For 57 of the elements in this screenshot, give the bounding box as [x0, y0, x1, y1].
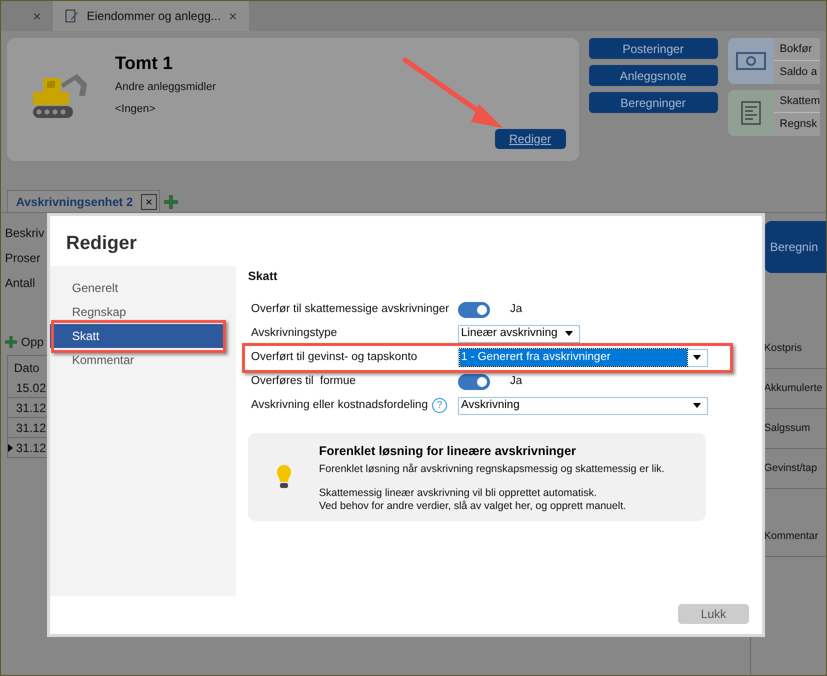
dialog-title: Rediger	[66, 232, 138, 256]
info-title: Forenklet løsning for lineære avskrivninger	[319, 442, 578, 460]
action-button[interactable]: Beregninger	[588, 92, 718, 113]
field-label: Avskrivning eller kostnadsfordeling	[251, 398, 428, 413]
toggle-switch[interactable]	[458, 302, 490, 318]
section-heading: Skatt	[248, 268, 278, 284]
asset-group: <Ingen>	[115, 100, 216, 117]
table-cell-text: 31.12	[15, 440, 46, 456]
calculate-button[interactable]: Beregnin	[764, 221, 826, 273]
table-cell-text: 31.12	[15, 420, 46, 436]
nav-item[interactable]: Generelt	[50, 280, 226, 294]
column-header: Dato	[13, 360, 40, 377]
unit-tab[interactable]: Avskrivningsenhet 2 ×	[7, 190, 160, 212]
summary-label: Skattem	[774, 90, 820, 113]
table-cell-text: 31.12	[15, 400, 46, 416]
table-cell-text: 15.02	[15, 380, 46, 396]
toggle-value: Ja	[510, 302, 522, 317]
field-label: Avskrivningstype	[251, 326, 338, 341]
caret-icon	[693, 403, 701, 408]
summary-label: Bokfør	[774, 38, 820, 61]
lightbulb-icon	[276, 464, 292, 490]
dropdown[interactable]: Avskrivning	[458, 396, 708, 414]
document-lines-icon	[740, 101, 761, 125]
help-icon[interactable]: ?	[432, 398, 447, 413]
field-label: Proser	[5, 250, 42, 267]
close-button[interactable]: Lukk	[678, 604, 749, 624]
field-label: Overfør til skattemessige avskrivninger	[251, 302, 450, 317]
summary-label: Saldo a	[778, 65, 818, 80]
caret-icon	[564, 331, 573, 336]
asset-category: Andre anleggsmidler	[115, 80, 216, 95]
dropdown[interactable]: Lineær avskrivning	[458, 324, 580, 342]
tab-label: Eiendommer og anlegg...	[86, 8, 221, 25]
info-text: Skattemessig lineær avskrivning vil bli opprettet automatisk. Ved behov for andre verdier, slå av valget her, og opprett manuelt.	[319, 487, 628, 514]
close-icon[interactable]: ×	[32, 6, 41, 26]
document-tab[interactable]: Eiendommer og anlegg... ×	[53, 1, 249, 31]
action-button[interactable]: Anleggsnote	[588, 65, 718, 86]
dropdown[interactable]: 1 - Generert fra avskrivninger	[458, 348, 708, 366]
edit-button[interactable]: Rediger	[494, 129, 566, 149]
toolbar-label: Opp	[21, 334, 44, 351]
field-label: Antall	[5, 275, 36, 292]
edit-document-icon	[65, 9, 79, 23]
nav-item[interactable]: Kommentar	[50, 352, 226, 366]
summary-label: Regnsk	[778, 117, 818, 132]
toggle-value: Ja	[510, 374, 522, 389]
caret-icon	[693, 355, 701, 360]
field-label: Beskriv	[5, 225, 46, 242]
toggle-switch[interactable]	[458, 374, 490, 390]
close-icon[interactable]: ×	[228, 6, 237, 26]
action-button[interactable]: Posteringer	[588, 38, 718, 59]
asset-title: Tomt 1	[115, 52, 174, 75]
field-label: Overført til gevinst- og tapskonto	[251, 350, 418, 365]
close-icon[interactable]: ×	[140, 194, 157, 210]
nav-item[interactable]: Regnskap	[50, 304, 226, 318]
current-row-icon	[8, 444, 13, 452]
banknote-icon	[736, 52, 766, 70]
field-label: Overføres til formue	[251, 374, 356, 389]
info-text: Forenklet løsning når avskrivning regnskapsmessig og skattemessig er lik.	[319, 463, 664, 476]
